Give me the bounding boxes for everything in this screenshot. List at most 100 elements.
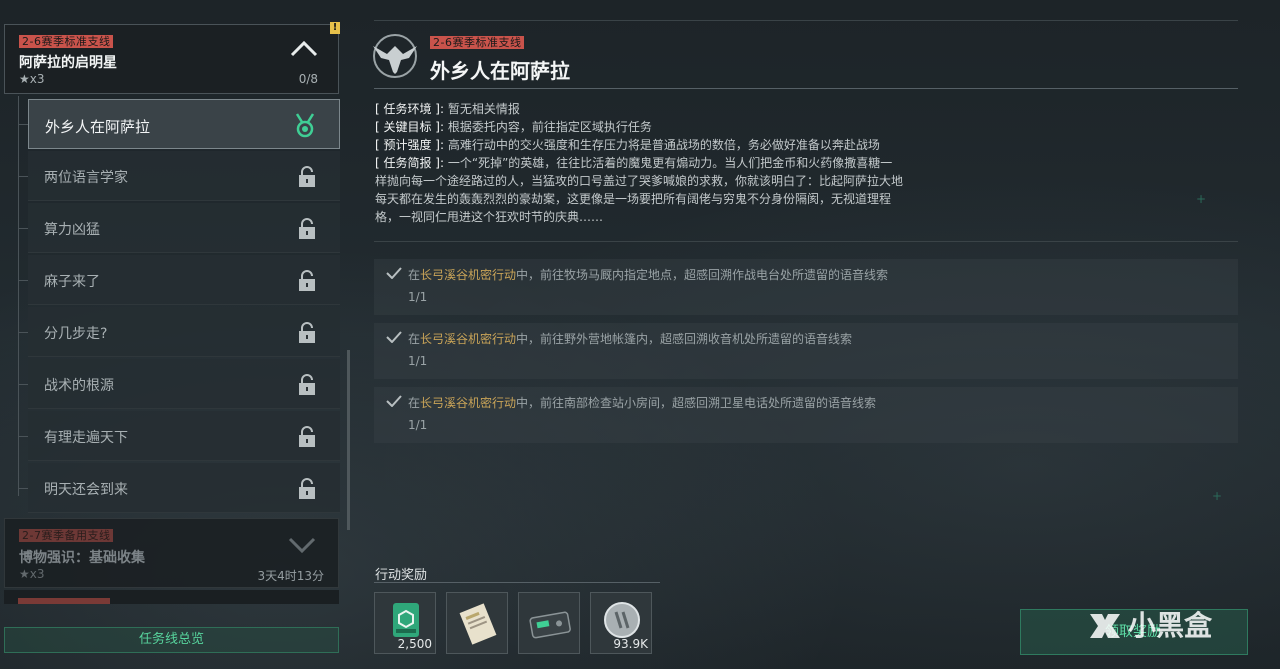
tree-branch xyxy=(18,332,28,333)
env-value: 暂无相关情报 xyxy=(447,102,520,116)
lock-icon xyxy=(299,218,315,239)
lock-icon xyxy=(299,374,315,395)
strength-value: 高难行动中的交火强度和生存压力将是普通战场的数倍，务必做好准备以奔赴战场 xyxy=(447,138,880,152)
objective-item: 在长弓溪谷机密行动中，前往野外营地帐篷内，超感回溯收音机处所遗留的语音线索 1/… xyxy=(374,323,1238,379)
quest-item[interactable]: 分几步走? xyxy=(28,307,340,357)
objective-text: 中，前往野外营地帐篷内，超感回溯收音机处所遗留的语音线索 xyxy=(516,332,853,346)
chapter-progress: 0/8 xyxy=(298,72,318,86)
check-icon xyxy=(386,395,402,407)
objective-location: 长弓溪谷机密行动 xyxy=(420,396,517,410)
reward-item[interactable]: 2,500 xyxy=(374,592,436,654)
rewards-label: 行动奖励 xyxy=(375,568,428,583)
chapter-tag-partial xyxy=(18,598,110,604)
chapter-title: 博物强识：基础收集 xyxy=(19,550,145,566)
env-label: [ 任务环境 ]: xyxy=(375,102,445,116)
quest-item[interactable]: 有理走遍天下 xyxy=(28,411,340,461)
quest-item[interactable]: 明天还会到来 xyxy=(28,463,340,513)
watermark-text: 小黑盒 xyxy=(1128,609,1213,642)
brief-line: 每天都在发生的轰轰烈烈的豪劫案，这更像是一场要把所有阔佬与穷鬼不分身份隔阂，无视… xyxy=(375,192,892,206)
scrollbar[interactable] xyxy=(347,350,350,530)
chapter-tag: 2-6赛季标准支线 xyxy=(19,35,114,48)
plus-decoration: + xyxy=(1196,192,1207,206)
reward-amount: 2,500 xyxy=(397,637,432,651)
quest-item[interactable]: 战术的根源 xyxy=(28,359,340,409)
reward-amount: 93.9K xyxy=(613,637,648,651)
plus-decoration: + xyxy=(1212,489,1223,503)
lock-icon xyxy=(299,322,315,343)
objective-item: 在长弓溪谷机密行动中，前往牧场马厩内指定地点，超感回溯作战电台处所遗留的语音线索… xyxy=(374,259,1238,315)
objective-location: 长弓溪谷机密行动 xyxy=(420,332,517,346)
quest-item-active[interactable]: 外乡人在阿萨拉 xyxy=(28,99,340,149)
quest-label: 战术的根源 xyxy=(44,378,114,394)
brief-label: [ 任务简报 ]: xyxy=(375,156,445,170)
chapter-title: 阿萨拉的启明星 xyxy=(19,55,117,71)
chapter-tag: 2-7赛季备用支线 xyxy=(19,529,114,542)
quest-label: 分几步走? xyxy=(44,326,108,342)
divider xyxy=(374,88,1238,89)
objective-count: 1/1 xyxy=(408,290,428,304)
tree-branch xyxy=(18,384,28,385)
quest-label: 两位语言学家 xyxy=(44,170,128,186)
chapter-stars: ★x3 xyxy=(19,567,45,581)
chapter-header-collapsed[interactable]: 2-7赛季备用支线 博物强识：基础收集 ★x3 3天4时13分 xyxy=(4,518,339,588)
objective-item: 在长弓溪谷机密行动中，前往南部检查站小房间，超感回溯卫星电话处所遗留的语音线索 … xyxy=(374,387,1238,443)
goal-value: 根据委托内容，前往指定区域执行任务 xyxy=(447,120,652,134)
quest-tag: 2-6赛季标准支线 xyxy=(430,36,525,49)
check-icon xyxy=(386,331,402,343)
brief-line: 格，一视同仁甩进这个狂欢时节的庆典…… xyxy=(375,210,604,224)
lock-icon xyxy=(299,166,315,187)
tree-branch xyxy=(18,488,28,489)
quest-item[interactable]: 算力凶猛 xyxy=(28,203,340,253)
quest-label: 麻子来了 xyxy=(44,274,100,290)
lock-icon xyxy=(299,426,315,447)
quest-label: 明天还会到来 xyxy=(44,482,128,498)
check-icon xyxy=(386,267,402,279)
quest-info: [ 任务环境 ]: 暂无相关情报 [ 关键目标 ]: 根据委托内容，前往指定区域… xyxy=(375,100,915,226)
goal-label: [ 关键目标 ]: xyxy=(375,120,445,134)
divider xyxy=(374,20,1238,21)
gadget-icon xyxy=(529,611,571,639)
lock-icon xyxy=(299,270,315,291)
objective-prefix: 在 xyxy=(408,332,421,346)
reward-item[interactable] xyxy=(518,592,580,654)
document-icon xyxy=(459,603,497,645)
objective-prefix: 在 xyxy=(408,396,421,410)
objective-text: 中，前往牧场马厩内指定地点，超感回溯作战电台处所遗留的语音线索 xyxy=(516,268,889,282)
chapter-header-partial xyxy=(4,590,339,604)
overview-button[interactable]: 任务线总览 xyxy=(4,627,339,653)
quest-item[interactable]: 两位语言学家 xyxy=(28,151,340,201)
chapter-stars: ★x3 xyxy=(19,72,45,86)
quest-label: 外乡人在阿萨拉 xyxy=(45,118,151,136)
chevron-down-icon[interactable] xyxy=(288,537,316,553)
objective-text: 中，前往南部检查站小房间，超感回溯卫星电话处所遗留的语音线索 xyxy=(516,396,877,410)
tree-branch xyxy=(18,228,28,229)
divider xyxy=(374,241,1238,242)
medal-icon xyxy=(295,113,315,138)
alert-badge: ! xyxy=(330,22,340,34)
chevron-up-icon[interactable] xyxy=(290,39,318,57)
objective-count: 1/1 xyxy=(408,418,428,432)
tree-branch xyxy=(18,280,28,281)
divider xyxy=(374,582,660,583)
reward-item[interactable] xyxy=(446,592,508,654)
quest-label: 有理走遍天下 xyxy=(44,430,128,446)
objective-prefix: 在 xyxy=(408,268,421,282)
chapter-header[interactable]: 2-6赛季标准支线 阿萨拉的启明星 ★x3 0/8 xyxy=(4,24,339,94)
brief-line: 样抛向每一个途经路过的人，当猛攻的口号盖过了哭爹喊娘的求救，你就该明白了：比起阿… xyxy=(375,174,904,188)
objective-count: 1/1 xyxy=(408,354,428,368)
lock-icon xyxy=(299,478,315,499)
chapter-time-remaining: 3天4时13分 xyxy=(257,569,324,583)
brief-line: 一个“死掉”的英雄，往往比活着的魔鬼更有煽动力。当人们把金币和火药像撒喜糖一 xyxy=(447,156,893,170)
tree-branch xyxy=(18,124,28,125)
strength-label: [ 预计强度 ]: xyxy=(375,138,445,152)
reward-item[interactable]: 93.9K xyxy=(590,592,652,654)
quest-title: 外乡人在阿萨拉 xyxy=(430,59,570,83)
tree-branch xyxy=(18,176,28,177)
watermark: 小黑盒 xyxy=(1088,608,1248,644)
objective-location: 长弓溪谷机密行动 xyxy=(420,268,517,282)
tree-branch xyxy=(18,436,28,437)
quest-item[interactable]: 麻子来了 xyxy=(28,255,340,305)
eagle-emblem-icon xyxy=(373,34,417,78)
quest-label: 算力凶猛 xyxy=(44,222,100,238)
heybox-logo-icon xyxy=(1090,614,1120,638)
